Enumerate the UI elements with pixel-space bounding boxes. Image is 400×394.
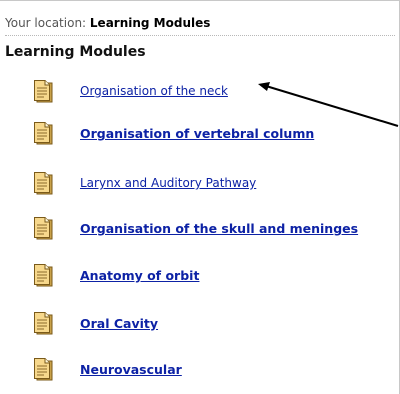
- arrow-line: [265, 85, 399, 127]
- arrow-head-icon: [258, 82, 270, 91]
- annotation-arrow: [258, 82, 399, 127]
